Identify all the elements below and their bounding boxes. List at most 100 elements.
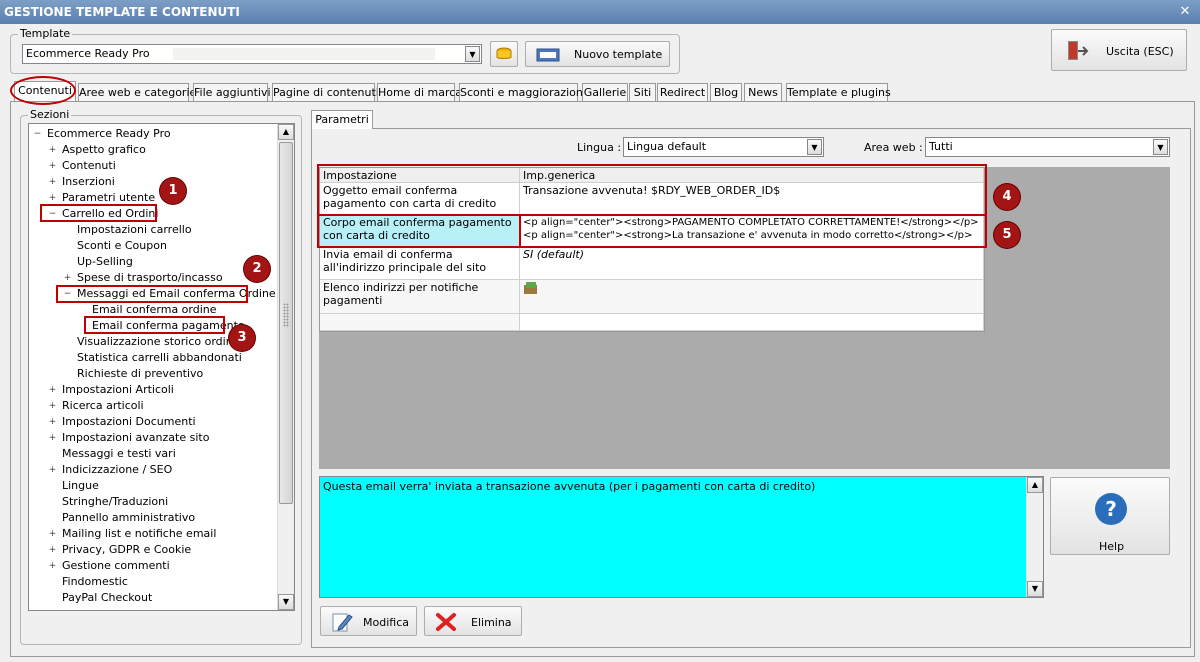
- tree-item[interactable]: Mailing list e notifiche email: [62, 526, 216, 542]
- expand-icon[interactable]: +: [48, 146, 57, 155]
- annotation-box: [40, 204, 157, 222]
- tree-item[interactable]: Spese di trasporto/incasso: [77, 270, 223, 286]
- close-icon[interactable]: ✕: [1176, 4, 1194, 20]
- template-select[interactable]: Ecommerce Ready Pro ▼: [22, 44, 482, 64]
- scroll-up-icon[interactable]: ▲: [278, 124, 294, 140]
- expand-icon[interactable]: +: [48, 402, 57, 411]
- grid-row-value[interactable]: SI (default): [520, 247, 984, 280]
- expand-icon[interactable]: +: [48, 546, 57, 555]
- tree-item[interactable]: Stringhe/Traduzioni: [62, 494, 168, 510]
- tree-item[interactable]: Inserzioni: [62, 174, 115, 190]
- scroll-down-icon[interactable]: ▼: [278, 594, 294, 610]
- chevron-down-icon[interactable]: ▼: [465, 46, 480, 62]
- lingua-select[interactable]: Lingua default ▼: [623, 137, 824, 157]
- database-icon: [496, 47, 512, 59]
- description-box[interactable]: Questa email verra' inviata a transazion…: [319, 476, 1044, 598]
- tab-gallerie[interactable]: Gallerie: [582, 83, 628, 102]
- annotation-badge: 5: [994, 222, 1020, 248]
- redacted-field: [173, 48, 435, 60]
- new-template-icon: [536, 48, 560, 62]
- template-select-value: Ecommerce Ready Pro: [26, 47, 150, 60]
- tree-item[interactable]: Findomestic: [62, 574, 128, 590]
- delete-label: Elimina: [471, 616, 512, 629]
- tree-item[interactable]: Richieste di preventivo: [77, 366, 203, 382]
- annotation-badge: 2: [244, 256, 270, 282]
- template-group-label: Template: [18, 27, 73, 40]
- collapse-icon[interactable]: −: [33, 130, 42, 139]
- grid-empty-row: [520, 314, 984, 331]
- tree-item[interactable]: Gestione commenti: [62, 558, 170, 574]
- tab-template-e-plugins[interactable]: Template e plugins: [786, 83, 891, 102]
- tree-item[interactable]: Messaggi e testi vari: [62, 446, 176, 462]
- chevron-down-icon[interactable]: ▼: [1153, 139, 1168, 155]
- delete-button[interactable]: Elimina: [424, 606, 522, 636]
- tree-item[interactable]: Impostazioni carrello: [77, 222, 192, 238]
- new-template-button[interactable]: Nuovo template: [525, 41, 670, 67]
- area-select[interactable]: Tutti ▼: [925, 137, 1170, 157]
- grid-row-name[interactable]: Invia email di conferma all'indirizzo pr…: [320, 247, 520, 280]
- chevron-down-icon[interactable]: ▼: [807, 139, 822, 155]
- expand-icon[interactable]: +: [48, 562, 57, 571]
- tree-item[interactable]: Up-Selling: [77, 254, 133, 270]
- database-button[interactable]: [490, 41, 518, 67]
- scroll-up-icon[interactable]: ▲: [1027, 477, 1043, 493]
- expand-icon[interactable]: +: [48, 434, 57, 443]
- splitter-grip[interactable]: [283, 303, 289, 327]
- exit-label: Uscita (ESC): [1106, 45, 1174, 58]
- tab-parametri[interactable]: Parametri: [311, 110, 373, 129]
- expand-icon[interactable]: +: [48, 466, 57, 475]
- tab-siti[interactable]: Siti: [629, 83, 656, 102]
- tab-home-di-marca[interactable]: Home di marca: [377, 83, 462, 102]
- description-text: Questa email verra' inviata a transazion…: [323, 480, 816, 493]
- area-value: Tutti: [929, 140, 953, 153]
- tab-file-aggiuntivi[interactable]: File aggiuntivi: [193, 83, 271, 102]
- lingua-label: Lingua :: [577, 141, 622, 154]
- annotation-ellipse: [10, 76, 76, 105]
- tree-item[interactable]: Impostazioni Articoli: [62, 382, 174, 398]
- expand-icon[interactable]: +: [48, 194, 57, 203]
- tree-item[interactable]: Statistica carrelli abbandonati: [77, 350, 242, 366]
- tree-scrollbar[interactable]: ▲ ▼: [277, 124, 294, 610]
- tree-item[interactable]: Ecommerce Ready Pro: [47, 126, 171, 142]
- annotation-box: [84, 316, 225, 334]
- tab-redirect[interactable]: Redirect: [657, 83, 708, 102]
- expand-icon[interactable]: +: [48, 530, 57, 539]
- help-button[interactable]: ? Help: [1050, 477, 1170, 555]
- tree-item[interactable]: PayPal Checkout: [62, 590, 152, 606]
- tree-item[interactable]: Aspetto grafico: [62, 142, 146, 158]
- tree-item[interactable]: Visualizzazione storico ordini: [77, 334, 236, 350]
- window-title: GESTIONE TEMPLATE E CONTENUTI: [0, 0, 1200, 24]
- tree-item[interactable]: Indicizzazione / SEO: [62, 462, 172, 478]
- tab-aree-web-e-categorie[interactable]: Aree web e categorie: [78, 83, 196, 102]
- tree-item[interactable]: Lingue: [62, 478, 99, 494]
- modify-label: Modifica: [363, 616, 409, 629]
- tree-item[interactable]: Impostazioni Documenti: [62, 414, 196, 430]
- exit-button[interactable]: Uscita (ESC): [1051, 29, 1187, 71]
- help-icon: ?: [1095, 493, 1127, 525]
- email-list-icon[interactable]: [523, 281, 539, 295]
- expand-icon[interactable]: +: [48, 162, 57, 171]
- expand-icon[interactable]: +: [48, 178, 57, 187]
- tab-news[interactable]: News: [744, 83, 782, 102]
- tab-pagine-di-contenuti[interactable]: Pagine di contenuti: [272, 83, 379, 102]
- modify-button[interactable]: Modifica: [320, 606, 417, 636]
- tree-item[interactable]: Privacy, GDPR e Cookie: [62, 542, 191, 558]
- grid-row-name[interactable]: Elenco indirizzi per notifiche pagamenti: [320, 280, 520, 314]
- annotation-box: [317, 214, 521, 248]
- tab-sconti-e-maggiorazioni[interactable]: Sconti e maggiorazioni: [459, 83, 586, 102]
- tree-item[interactable]: Pannello amministrativo: [62, 510, 195, 526]
- tree-item[interactable]: Impostazioni avanzate sito: [62, 430, 209, 446]
- expand-icon[interactable]: +: [48, 418, 57, 427]
- tree-item[interactable]: Ricerca articoli: [62, 398, 144, 414]
- description-scrollbar[interactable]: ▲ ▼: [1026, 477, 1043, 597]
- expand-icon[interactable]: +: [63, 274, 72, 283]
- grid-row-value[interactable]: [520, 280, 984, 314]
- exit-icon: [1068, 41, 1089, 60]
- tree-item[interactable]: Contenuti: [62, 158, 116, 174]
- scroll-down-icon[interactable]: ▼: [1027, 581, 1043, 597]
- expand-icon[interactable]: +: [48, 386, 57, 395]
- tree-item[interactable]: Sconti e Coupon: [77, 238, 167, 254]
- lingua-value: Lingua default: [627, 140, 707, 153]
- annotation-badge: 1: [160, 178, 186, 204]
- tab-blog[interactable]: Blog: [710, 83, 742, 102]
